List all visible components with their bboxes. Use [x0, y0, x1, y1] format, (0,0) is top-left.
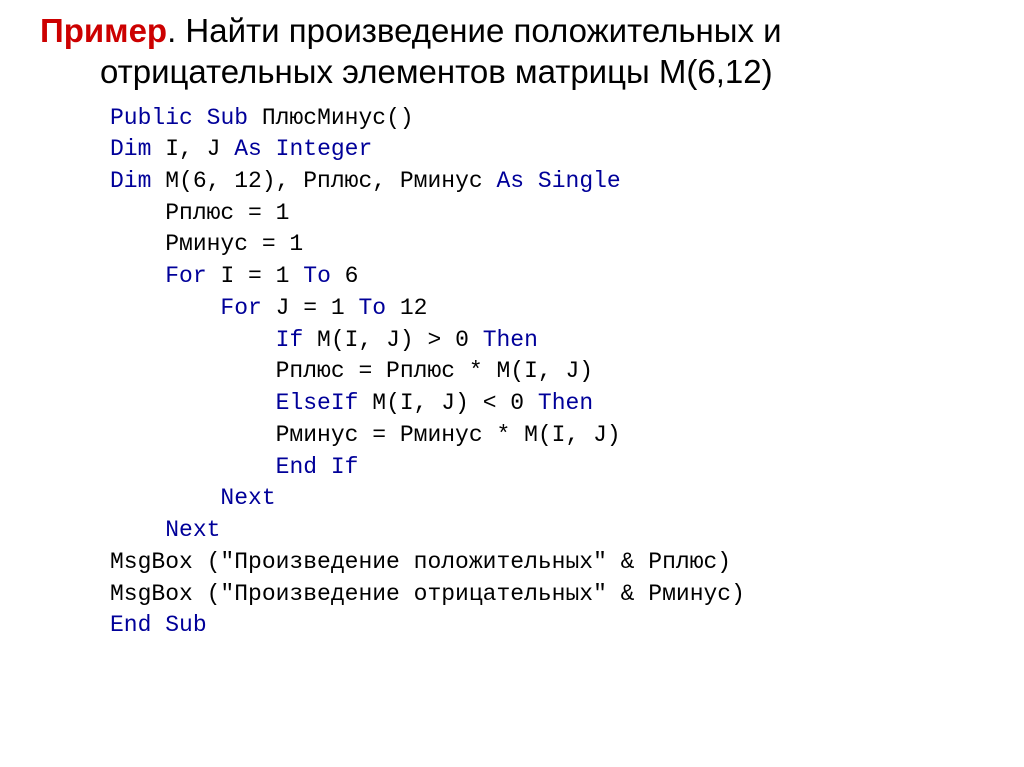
- code-l3-mid: M(6, 12), Рплюс, Рминус: [151, 168, 496, 194]
- kw-to: To: [358, 295, 386, 321]
- code-l13-pre: [110, 485, 220, 511]
- code-l12-pre: [110, 454, 276, 480]
- kw-sub: Sub: [207, 105, 248, 131]
- code-l8-mid: M(I, J) > 0: [303, 327, 482, 353]
- code-l7-mid: J = 1: [262, 295, 359, 321]
- title-line1: . Найти произведение положительных и: [167, 12, 782, 49]
- code-l10-mid: M(I, J) < 0: [358, 390, 537, 416]
- kw-next: Next: [165, 517, 220, 543]
- code-l11: Рминус = Рминус * M(I, J): [110, 422, 621, 448]
- kw-if: If: [276, 327, 304, 353]
- kw-next: Next: [220, 485, 275, 511]
- code-l14-pre: [110, 517, 165, 543]
- kw-then: Then: [538, 390, 593, 416]
- code-l7-rest: 12: [386, 295, 427, 321]
- kw-for: For: [220, 295, 261, 321]
- kw-single: Single: [538, 168, 621, 194]
- code-l7-pre: [110, 295, 220, 321]
- slide-title: Пример. Найти произведение положительных…: [40, 10, 984, 93]
- kw-elseif: ElseIf: [276, 390, 359, 416]
- kw-end: End: [276, 454, 317, 480]
- kw-end: End: [110, 612, 151, 638]
- code-l6-pre: [110, 263, 165, 289]
- kw-for: For: [165, 263, 206, 289]
- example-label: Пример: [40, 12, 167, 49]
- code-l6-mid: I = 1: [207, 263, 304, 289]
- code-l9: Рплюс = Рплюс * M(I, J): [110, 358, 593, 384]
- title-line2: отрицательных элементов матрицы M(6,12): [40, 51, 984, 92]
- slide-content: Пример. Найти произведение положительных…: [0, 0, 1024, 652]
- code-l4: Рплюс = 1: [110, 200, 289, 226]
- kw-dim: Dim: [110, 136, 151, 162]
- code-l15: MsgBox ("Произведение положительных" & Р…: [110, 549, 731, 575]
- kw-to: To: [303, 263, 331, 289]
- kw-public: Public: [110, 105, 193, 131]
- code-l5: Рминус = 1: [110, 231, 303, 257]
- kw-as: As: [496, 168, 524, 194]
- kw-if: If: [331, 454, 359, 480]
- code-l2-mid: I, J: [151, 136, 234, 162]
- code-block: Public Sub ПлюсМинус() Dim I, J As Integ…: [40, 103, 984, 642]
- code-l10-pre: [110, 390, 276, 416]
- kw-dim: Dim: [110, 168, 151, 194]
- kw-then: Then: [483, 327, 538, 353]
- code-l16: MsgBox ("Произведение отрицательных" & Р…: [110, 581, 745, 607]
- code-l6-rest: 6: [331, 263, 359, 289]
- kw-integer: Integer: [276, 136, 373, 162]
- kw-sub: Sub: [165, 612, 206, 638]
- code-l1-rest: ПлюсМинус(): [248, 105, 414, 131]
- code-l8-pre: [110, 327, 276, 353]
- kw-as: As: [234, 136, 262, 162]
